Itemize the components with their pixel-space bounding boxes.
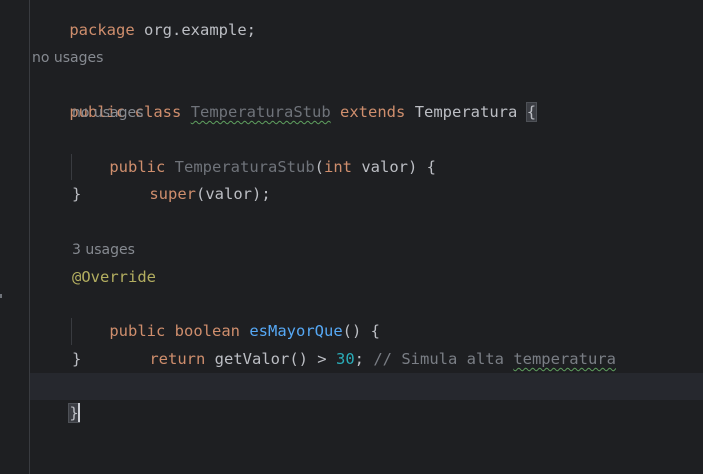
class-name[interactable]: TemperaturaStub — [191, 103, 331, 121]
type-int: int — [324, 158, 352, 176]
parent-class-name[interactable]: Temperatura — [415, 103, 518, 121]
gutter-separator — [29, 0, 30, 474]
super-args: (valor); — [196, 185, 271, 203]
code-line-package[interactable]: package org.example; — [32, 0, 256, 39]
open-brace-class: { — [525, 102, 538, 122]
semicolon: ; — [354, 350, 374, 368]
code-line-method[interactable]: public boolean esMayorQue() { — [72, 291, 380, 340]
code-line-class[interactable]: public class TemperaturaStub extends Tem… — [32, 72, 538, 122]
fold-marker-icon[interactable] — [0, 294, 2, 298]
code-line-super[interactable]: super(valor); — [112, 154, 270, 203]
keyword-super: super — [149, 185, 196, 203]
code-line-constructor-close[interactable]: } — [72, 181, 81, 208]
keyword-package: package — [69, 21, 135, 39]
param-valor: valor) { — [352, 158, 436, 176]
comment-text: // Simula alta — [373, 350, 514, 368]
code-line-method-close[interactable]: } — [72, 346, 81, 373]
number-literal: 30 — [335, 350, 355, 368]
comment-typo-word[interactable]: temperatura — [513, 350, 616, 368]
code-editor[interactable]: package org.example; no usages public cl… — [0, 0, 703, 474]
text-caret — [77, 403, 80, 422]
usages-hint-method[interactable]: 3 usages — [72, 237, 135, 264]
code-line-class-close[interactable]: } — [30, 373, 703, 423]
keyword-extends: extends — [340, 103, 406, 121]
code-line-return[interactable]: return getValor() > 30; // Simula alta t… — [112, 319, 616, 368]
call-getvalor: getValor() > — [205, 350, 336, 368]
package-name: org.example; — [144, 21, 256, 39]
usages-hint-constructor[interactable]: no usages — [72, 100, 143, 127]
code-line-constructor[interactable]: public TemperaturaStub(int valor) { — [72, 127, 436, 176]
usages-hint-class[interactable]: no usages — [32, 45, 103, 72]
keyword-return: return — [149, 350, 206, 368]
code-line-override-annotation[interactable]: @Override — [72, 264, 156, 291]
paren-open: ( — [314, 158, 324, 176]
